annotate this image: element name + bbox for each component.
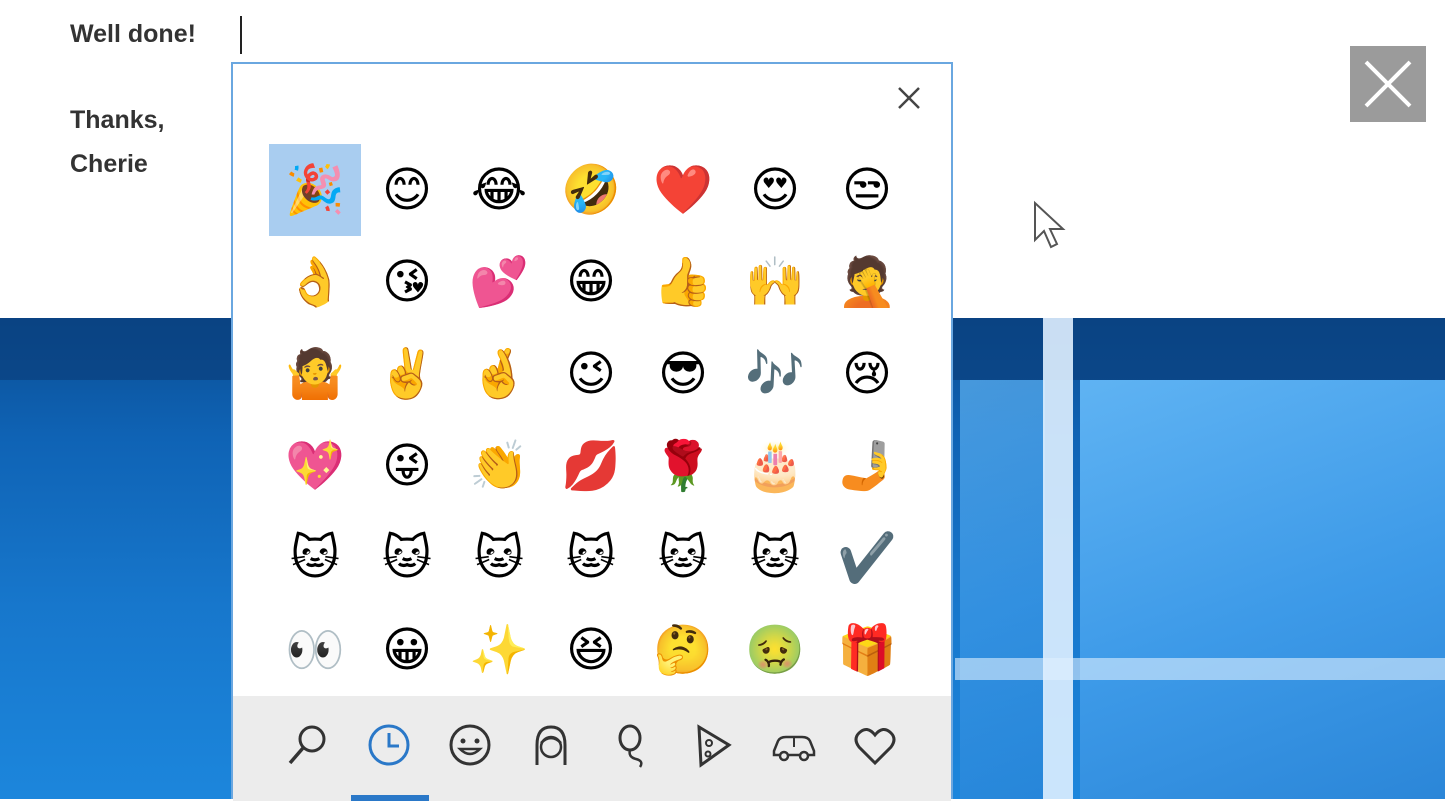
person-icon (535, 725, 567, 765)
tab-people[interactable] (521, 710, 581, 780)
tab-symbols[interactable] (845, 710, 905, 780)
emoji-cell[interactable]: 🙌 (729, 236, 821, 328)
emoji-cell[interactable]: 🤞 (453, 328, 545, 420)
emoji-cell[interactable]: 🤦 (821, 236, 913, 328)
message-line-2: Thanks, (70, 106, 165, 134)
emoji-cell[interactable]: 😁 (545, 236, 637, 328)
clock-icon (368, 724, 410, 766)
app-close-button[interactable] (1350, 46, 1426, 122)
emoji-cell[interactable]: 🌹 (637, 420, 729, 512)
emoji-cell[interactable]: 😆 (545, 604, 637, 696)
emoji-cell[interactable]: 😒 (821, 144, 913, 236)
car-icon (772, 735, 816, 762)
pizza-icon (697, 724, 732, 768)
emoji-cell[interactable]: 👀 (269, 604, 361, 696)
emoji-cell[interactable]: 👏 (453, 420, 545, 512)
emoji-cell[interactable]: 🎂 (729, 420, 821, 512)
emoji-cell[interactable]: 😉 (545, 328, 637, 420)
wallpaper-window-frame (1043, 318, 1073, 799)
wallpaper-window-pane (1080, 380, 1445, 799)
tab-recent[interactable] (359, 710, 419, 780)
emoji-grid: 🎉 😊 😂 🤣 ❤️ 😍 😒 👌 😘 💕 😁 👍 🙌 🤦 🤷 ✌️ 🤞 😉 😎 🎶 😢 💖 😜 👏 💋 🌹 🎂 🤳 🐱 🐱 🐱 🐱 🐱 🐱 ✔️ 👀 😀… (269, 144, 913, 696)
emoji-panel-close-button[interactable] (893, 82, 925, 114)
balloon-icon (618, 724, 643, 768)
emoji-cell[interactable]: 💕 (453, 236, 545, 328)
smiley-icon (449, 724, 491, 766)
emoji-cell[interactable]: 😍 (729, 144, 821, 236)
emoji-cell[interactable]: 🐱 (361, 512, 453, 604)
emoji-cell[interactable]: 🎁 (821, 604, 913, 696)
active-tab-indicator (351, 795, 429, 801)
emoji-cell[interactable]: 🎉 (269, 144, 361, 236)
mouse-pointer-icon (1034, 200, 1066, 249)
emoji-cell[interactable]: 😎 (637, 328, 729, 420)
emoji-cell[interactable]: ✌️ (361, 328, 453, 420)
wallpaper-window-pane (960, 380, 1045, 799)
message-line-3: Cherie (70, 150, 148, 178)
emoji-panel: 🎉 😊 😂 🤣 ❤️ 😍 😒 👌 😘 💕 😁 👍 🙌 🤦 🤷 ✌️ 🤞 😉 😎 🎶 😢 💖 😜 👏 💋 🌹 🎂 🤳 🐱 🐱 🐱 🐱 🐱 🐱 ✔️ 👀 😀… (231, 62, 953, 801)
emoji-cell[interactable]: 🤳 (821, 420, 913, 512)
text-caret (240, 16, 242, 54)
tab-food[interactable] (683, 710, 743, 780)
search-icon (288, 725, 326, 765)
emoji-cell[interactable]: 🤷 (269, 328, 361, 420)
tab-smileys[interactable] (440, 710, 500, 780)
tab-search[interactable] (278, 710, 338, 780)
emoji-cell[interactable]: 🐱 (637, 512, 729, 604)
emoji-cell[interactable]: 😢 (821, 328, 913, 420)
emoji-cell[interactable]: 🤢 (729, 604, 821, 696)
emoji-cell[interactable]: 🎶 (729, 328, 821, 420)
emoji-cell[interactable]: 💋 (545, 420, 637, 512)
emoji-cell[interactable]: 🐱 (729, 512, 821, 604)
heart-icon (854, 728, 896, 766)
emoji-cell[interactable]: 💖 (269, 420, 361, 512)
tab-travel[interactable] (764, 710, 824, 780)
message-line-1: Well done! (70, 20, 196, 48)
emoji-cell[interactable]: 😊 (361, 144, 453, 236)
emoji-cell[interactable]: 😘 (361, 236, 453, 328)
emoji-cell[interactable]: 👍 (637, 236, 729, 328)
emoji-cell[interactable]: 😂 (453, 144, 545, 236)
emoji-category-tabs (233, 696, 951, 801)
emoji-cell[interactable]: 😜 (361, 420, 453, 512)
tab-celebration[interactable] (602, 710, 662, 780)
close-icon (1364, 60, 1412, 108)
wallpaper-window-frame (955, 658, 1445, 680)
emoji-cell[interactable]: 👌 (269, 236, 361, 328)
emoji-cell[interactable]: 🤔 (637, 604, 729, 696)
emoji-cell[interactable]: 🐱 (269, 512, 361, 604)
emoji-cell[interactable]: ❤️ (637, 144, 729, 236)
emoji-cell[interactable]: 🐱 (545, 512, 637, 604)
emoji-cell[interactable]: 🐱 (453, 512, 545, 604)
close-icon (898, 87, 920, 109)
emoji-cell[interactable]: 😀 (361, 604, 453, 696)
emoji-cell[interactable]: 🤣 (545, 144, 637, 236)
emoji-cell[interactable]: ✨ (453, 604, 545, 696)
emoji-cell[interactable]: ✔️ (821, 512, 913, 604)
